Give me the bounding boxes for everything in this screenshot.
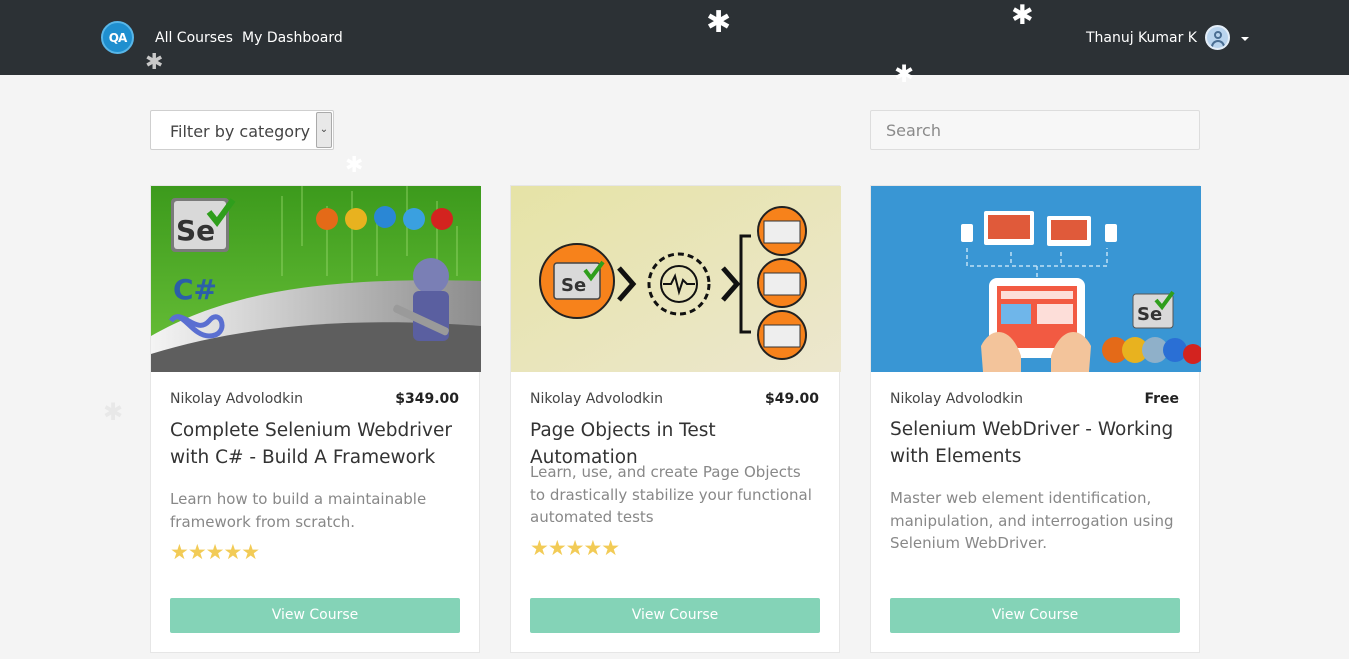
user-menu-caret-icon[interactable] <box>1241 37 1249 41</box>
course-title[interactable]: Complete Selenium Webdriver with C# - Bu… <box>170 417 460 471</box>
course-image-page-objects[interactable]: Se <box>511 186 841 372</box>
star-rating: ★★★★★ <box>170 540 260 564</box>
view-course-button[interactable]: View Course <box>170 598 460 633</box>
course-price: Free <box>1144 391 1179 407</box>
snowflake-icon: ✱ <box>103 398 124 426</box>
svg-text:Se: Se <box>561 275 586 296</box>
snowflake-icon: ✱ <box>345 153 364 178</box>
nav-my-dashboard[interactable]: My Dashboard <box>242 30 343 46</box>
course-author: Nikolay Advolodkin <box>530 391 664 407</box>
chevron-down-icon[interactable]: ⌄ <box>316 112 332 148</box>
course-price: $349.00 <box>395 391 459 407</box>
course-card[interactable]: Se Nikolay Advolodkin $49.00 Page Object… <box>510 185 841 653</box>
course-description: Learn, use, and create Page Objects to d… <box>530 463 812 526</box>
course-author: Nikolay Advolodkin <box>890 391 1024 407</box>
view-course-button[interactable]: View Course <box>890 598 1180 633</box>
course-description: Learn how to build a maintainable framew… <box>170 490 427 531</box>
category-filter-label: Filter by category <box>170 122 311 141</box>
course-image-webdriver-elements[interactable]: Se <box>871 186 1201 372</box>
search-input[interactable] <box>870 110 1200 150</box>
svg-text:Se: Se <box>176 214 215 247</box>
top-navbar: QA All Courses My Dashboard Thanuj Kumar… <box>0 0 1349 75</box>
course-image-selenium-csharp[interactable]: Se C# <box>151 186 481 372</box>
site-logo[interactable]: QA <box>101 21 134 54</box>
nav-all-courses[interactable]: All Courses <box>155 30 233 46</box>
course-author: Nikolay Advolodkin <box>170 391 304 407</box>
star-rating: ★★★★★ <box>530 536 620 560</box>
user-name[interactable]: Thanuj Kumar K <box>1086 30 1197 46</box>
category-filter-select[interactable]: Filter by category ⌄ <box>150 110 334 150</box>
view-course-button[interactable]: View Course <box>530 598 820 633</box>
course-card[interactable]: Se C# Nikolay Advolodkin $349.00 Complet… <box>150 185 481 653</box>
course-card[interactable]: Se Nikolay Advolodkin Free Selenium WebD… <box>870 185 1201 653</box>
course-description: Master web element identification, manip… <box>890 489 1174 552</box>
user-avatar-icon[interactable] <box>1205 25 1230 50</box>
course-title[interactable]: Selenium WebDriver - Working with Elemen… <box>890 416 1180 470</box>
course-price: $49.00 <box>764 391 819 407</box>
svg-text:Se: Se <box>1137 304 1162 325</box>
svg-text:C#: C# <box>173 273 217 306</box>
